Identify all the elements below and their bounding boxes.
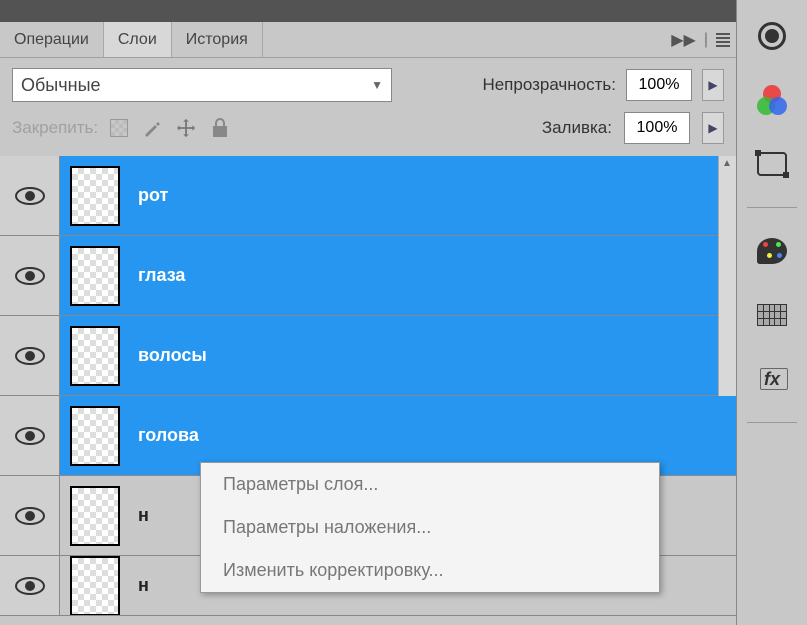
- visibility-toggle[interactable]: [0, 236, 60, 315]
- scrollbar[interactable]: [718, 156, 736, 396]
- layer-thumbnail[interactable]: [70, 326, 120, 386]
- toolbar-divider: [747, 207, 797, 208]
- opacity-label: Непрозрачность:: [482, 75, 616, 95]
- eye-icon: [15, 577, 45, 595]
- adjustments-tool-icon[interactable]: [751, 15, 793, 57]
- panel-top-bar: [0, 0, 736, 22]
- layer-name[interactable]: н: [138, 575, 149, 596]
- tab-actions[interactable]: Операции: [0, 22, 104, 57]
- right-toolbar: fx: [737, 0, 807, 625]
- blend-mode-select[interactable]: Обычные ▼: [12, 68, 392, 102]
- visibility-toggle[interactable]: [0, 556, 60, 615]
- layer-thumbnail[interactable]: [70, 486, 120, 546]
- layer-name[interactable]: глаза: [138, 265, 185, 286]
- layer-row[interactable]: волосы: [0, 316, 736, 396]
- dropdown-arrow-icon: ▼: [371, 78, 383, 92]
- lock-pixels-brush-icon[interactable]: [142, 118, 162, 138]
- color-palette-icon[interactable]: [751, 230, 793, 272]
- context-menu: Параметры слоя... Параметры наложения...…: [200, 462, 660, 593]
- fill-label: Заливка:: [542, 118, 612, 138]
- context-menu-item-blending-options[interactable]: Параметры наложения...: [201, 506, 659, 549]
- layer-name[interactable]: голова: [138, 425, 199, 446]
- lock-position-move-icon[interactable]: [176, 118, 196, 138]
- eye-icon: [15, 507, 45, 525]
- eye-icon: [15, 267, 45, 285]
- blend-mode-value: Обычные: [21, 75, 101, 96]
- layer-row[interactable]: глаза: [0, 236, 736, 316]
- tab-history[interactable]: История: [172, 22, 263, 57]
- context-menu-item-layer-properties[interactable]: Параметры слоя...: [201, 463, 659, 506]
- opacity-input[interactable]: 100%: [626, 69, 692, 101]
- layer-thumbnail[interactable]: [70, 166, 120, 226]
- lock-all-icon[interactable]: [210, 118, 230, 138]
- visibility-toggle[interactable]: [0, 476, 60, 555]
- fill-input[interactable]: 100%: [624, 112, 690, 144]
- lock-label: Закрепить:: [12, 118, 98, 138]
- swatches-grid-icon[interactable]: [751, 294, 793, 336]
- visibility-toggle[interactable]: [0, 316, 60, 395]
- fill-flyout-button[interactable]: ▶: [702, 112, 724, 144]
- context-menu-item-edit-adjustment[interactable]: Изменить корректировку...: [201, 549, 659, 592]
- layer-row[interactable]: рот: [0, 156, 736, 236]
- blend-opacity-row: Обычные ▼ Непрозрачность: 100% ▶: [0, 58, 736, 102]
- layer-name[interactable]: рот: [138, 185, 168, 206]
- divider-icon: |: [704, 31, 708, 49]
- layer-name[interactable]: волосы: [138, 345, 207, 366]
- rewind-icon[interactable]: ▶▶: [671, 30, 696, 50]
- lock-transparency-icon[interactable]: [110, 119, 128, 137]
- panel-tabs: Операции Слои История ▶▶ |: [0, 22, 736, 58]
- layer-thumbnail[interactable]: [70, 246, 120, 306]
- layers-panel: Операции Слои История ▶▶ | Обычные ▼ Неп…: [0, 0, 737, 625]
- eye-icon: [15, 427, 45, 445]
- paths-tool-icon[interactable]: [751, 143, 793, 185]
- layer-thumbnail[interactable]: [70, 406, 120, 466]
- layer-thumbnail[interactable]: [70, 556, 120, 616]
- channels-rgb-icon[interactable]: [751, 79, 793, 121]
- layer-name[interactable]: н: [138, 505, 149, 526]
- panel-menu-icon[interactable]: [716, 33, 730, 47]
- toolbar-divider: [747, 422, 797, 423]
- styles-fx-icon[interactable]: fx: [751, 358, 793, 400]
- visibility-toggle[interactable]: [0, 396, 60, 475]
- lock-fill-row: Закрепить: Заливка: 100% ▶: [0, 102, 736, 156]
- eye-icon: [15, 347, 45, 365]
- tab-layers[interactable]: Слои: [104, 22, 172, 57]
- eye-icon: [15, 187, 45, 205]
- opacity-flyout-button[interactable]: ▶: [702, 69, 724, 101]
- visibility-toggle[interactable]: [0, 156, 60, 235]
